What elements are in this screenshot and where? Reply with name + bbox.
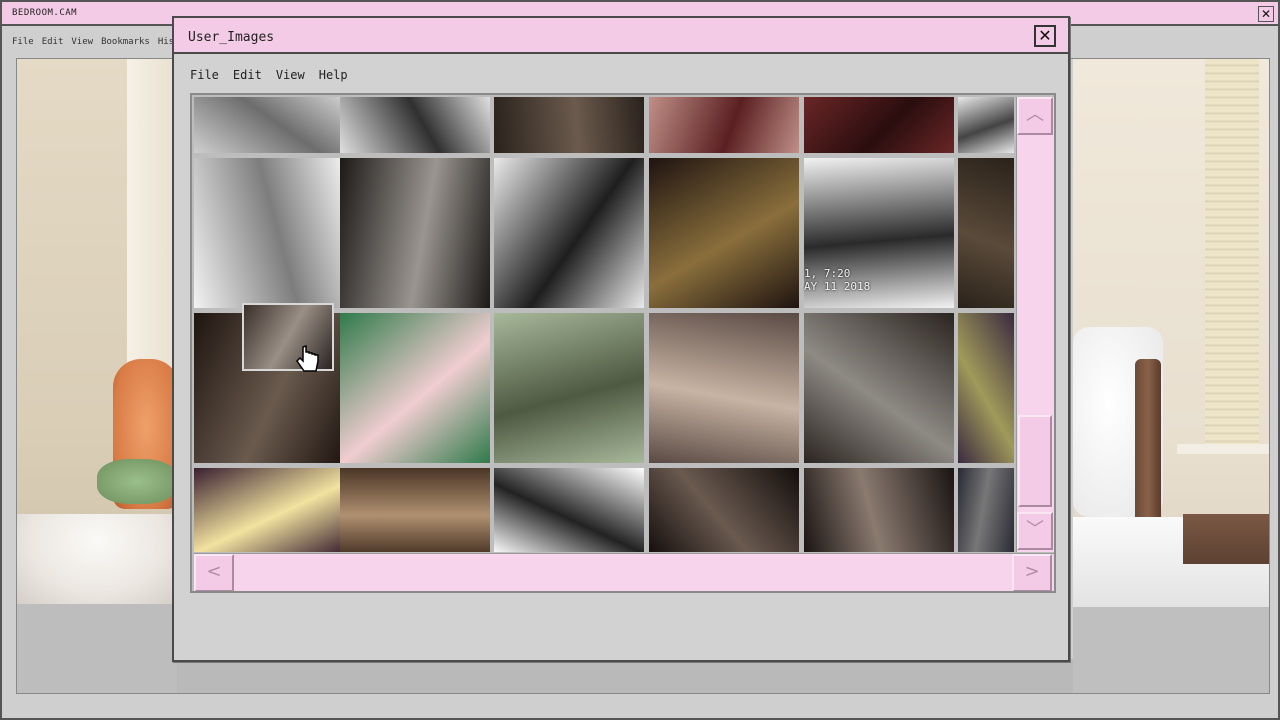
hand-cursor-icon: [296, 345, 319, 372]
image-thumbnail[interactable]: [340, 313, 490, 463]
image-thumbnail[interactable]: [649, 313, 799, 463]
horizontal-scrollbar[interactable]: < >: [194, 553, 1054, 591]
scroll-up-button[interactable]: ︿: [1017, 97, 1053, 135]
timestamp-date: AY 11 2018: [804, 280, 871, 293]
browser-close-button[interactable]: ✕: [1258, 6, 1274, 22]
image-thumbnail[interactable]: [649, 158, 799, 308]
browser-menu-bookmarks[interactable]: Bookmarks: [101, 37, 150, 47]
user-images-window: User_Images ✕ File Edit View Help 1, 7:2…: [172, 16, 1070, 662]
window-blind: [1205, 59, 1259, 444]
menu-view[interactable]: View: [276, 68, 305, 82]
image-thumbnail[interactable]: [958, 158, 1014, 308]
image-thumbnail[interactable]: [649, 468, 799, 552]
menu-help[interactable]: Help: [319, 68, 348, 82]
thumbnail-preview: [242, 303, 334, 371]
headboard: [1135, 359, 1161, 529]
image-thumbnail[interactable]: [804, 313, 954, 463]
window-sill: [1177, 444, 1269, 454]
image-thumbnail[interactable]: [340, 158, 490, 308]
window-title: User_Images: [188, 30, 275, 45]
floor-mid: [177, 659, 1073, 693]
vertical-scroll-thumb[interactable]: [1018, 415, 1052, 507]
close-button[interactable]: ✕: [1034, 25, 1056, 47]
scroll-right-button[interactable]: >: [1012, 554, 1052, 591]
menu-edit[interactable]: Edit: [233, 68, 262, 82]
image-thumbnail[interactable]: [804, 97, 954, 153]
chevron-down-icon: ﹀: [1026, 519, 1044, 540]
image-thumbnail[interactable]: [194, 468, 344, 552]
image-thumbnail[interactable]: [649, 97, 799, 153]
menu-file[interactable]: File: [190, 68, 219, 82]
video-timestamp: 1, 7:20 AY 11 2018: [804, 267, 954, 293]
scroll-down-button[interactable]: ﹀: [1017, 512, 1053, 550]
image-grid[interactable]: 1, 7:20 AY 11 2018: [194, 97, 1016, 552]
image-thumbnail[interactable]: [958, 468, 1014, 552]
image-thumbnail[interactable]: [340, 468, 490, 552]
image-thumbnail[interactable]: [958, 313, 1014, 463]
browser-menu-edit[interactable]: Edit: [42, 37, 64, 47]
floor-left: [17, 604, 177, 693]
browser-menu-file[interactable]: File: [12, 37, 34, 47]
nightstand: [1183, 514, 1269, 564]
plant: [97, 459, 177, 504]
image-thumbnail[interactable]: [494, 468, 644, 552]
chevron-right-icon: >: [1024, 561, 1040, 582]
window-menu-bar: File Edit View Help: [190, 68, 362, 82]
browser-menu-view[interactable]: View: [71, 37, 93, 47]
chevron-up-icon: ︿: [1026, 104, 1044, 125]
browser-menu-bar: File Edit View Bookmarks History: [12, 37, 196, 47]
image-thumbnail[interactable]: [340, 97, 490, 153]
image-thumbnail[interactable]: [194, 97, 344, 153]
image-thumbnail[interactable]: [804, 468, 954, 552]
scroll-left-button[interactable]: <: [194, 554, 234, 591]
window-title-bar[interactable]: User_Images ✕: [174, 18, 1068, 54]
image-thumbnail[interactable]: [494, 313, 644, 463]
fur-rug: [17, 514, 177, 604]
browser-title: BEDROOM.CAM: [12, 8, 78, 18]
image-thumbnail[interactable]: [958, 97, 1014, 153]
vertical-scrollbar[interactable]: ︿ ﹀: [1016, 97, 1054, 552]
image-thumbnail[interactable]: [194, 158, 344, 308]
chevron-left-icon: <: [206, 561, 222, 582]
image-grid-frame: 1, 7:20 AY 11 2018 ︿ ﹀ < >: [190, 93, 1056, 593]
image-thumbnail[interactable]: [494, 97, 644, 153]
image-thumbnail[interactable]: [494, 158, 644, 308]
floor-right: [1073, 607, 1269, 693]
timestamp-time: 1, 7:20: [804, 267, 851, 280]
